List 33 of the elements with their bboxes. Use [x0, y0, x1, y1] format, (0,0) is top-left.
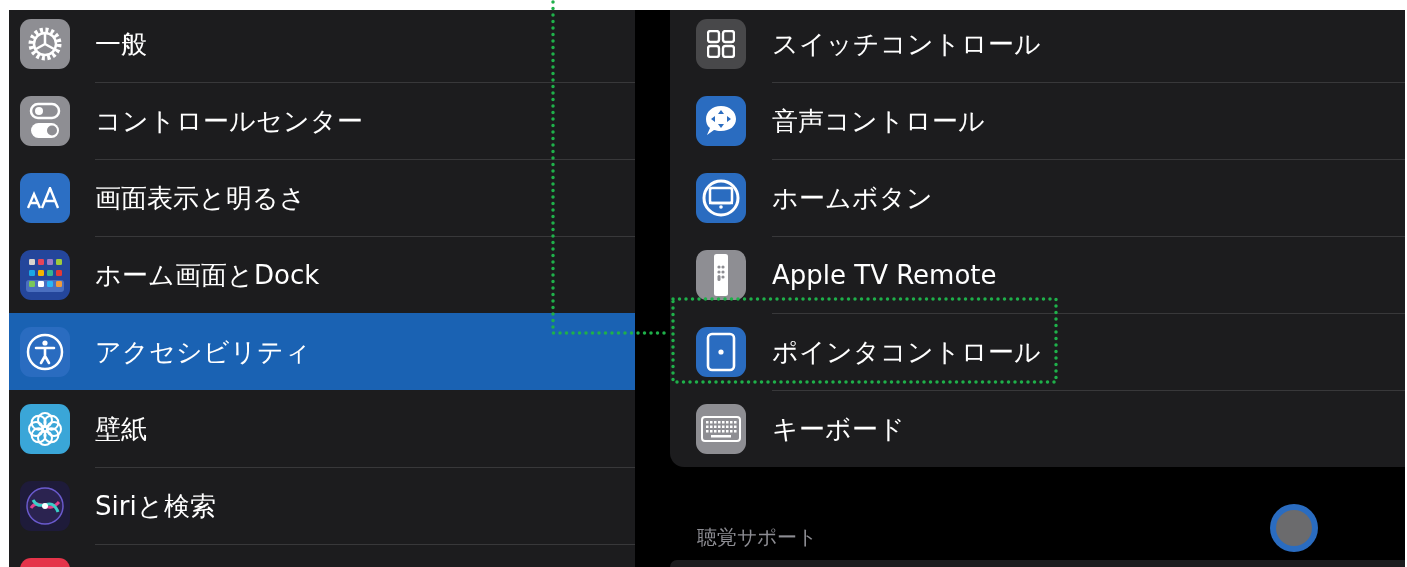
- keyboard-icon: [701, 415, 741, 442]
- settings-row[interactable]: スイッチコントロール: [670, 10, 1405, 82]
- row-label: Siriと検索: [95, 489, 216, 523]
- settings-row[interactable]: Siriと検索: [9, 467, 635, 544]
- app-grid-icon: [25, 256, 65, 293]
- row-label: ホームボタン: [772, 181, 933, 215]
- settings-row[interactable]: ホームボタン: [670, 159, 1405, 236]
- row-label: 音声コントロール: [772, 104, 985, 138]
- settings-row[interactable]: Apple TV Remote: [670, 236, 1405, 313]
- row-label: 壁紙: [95, 412, 147, 446]
- tablet-icon: [706, 331, 736, 372]
- section-header: 聴覚サポート: [697, 524, 817, 551]
- settings-row[interactable]: 音声コントロール: [670, 82, 1405, 159]
- row-label: コントロールセンター: [95, 104, 363, 138]
- remote-icon: [711, 252, 731, 297]
- row-label: 一般: [95, 27, 147, 61]
- settings-row[interactable]: コントロールセンター: [9, 82, 635, 159]
- settings-row[interactable]: アクセシビリティ: [9, 313, 635, 390]
- settings-row[interactable]: キーボード: [670, 390, 1405, 467]
- row-label: ホーム画面とDock: [95, 258, 320, 292]
- row-label: Apple TV Remote: [772, 260, 997, 290]
- settings-row[interactable]: 一般: [9, 10, 635, 82]
- row-label: 画面表示と明るさ: [95, 181, 306, 215]
- settings-row[interactable]: ポインタコントロール: [670, 313, 1405, 390]
- flower-icon: [26, 409, 64, 448]
- settings-row[interactable]: 壁紙: [9, 390, 635, 467]
- toggles-icon: [29, 101, 61, 140]
- row-label: ポインタコントロール: [772, 335, 1041, 369]
- row-label: スイッチコントロール: [772, 27, 1041, 61]
- row-label: キーボード: [772, 412, 905, 446]
- row-label: アクセシビリティ: [95, 335, 311, 369]
- four-squares-icon: [707, 29, 735, 58]
- settings-row[interactable]: 画面表示と明るさ: [9, 159, 635, 236]
